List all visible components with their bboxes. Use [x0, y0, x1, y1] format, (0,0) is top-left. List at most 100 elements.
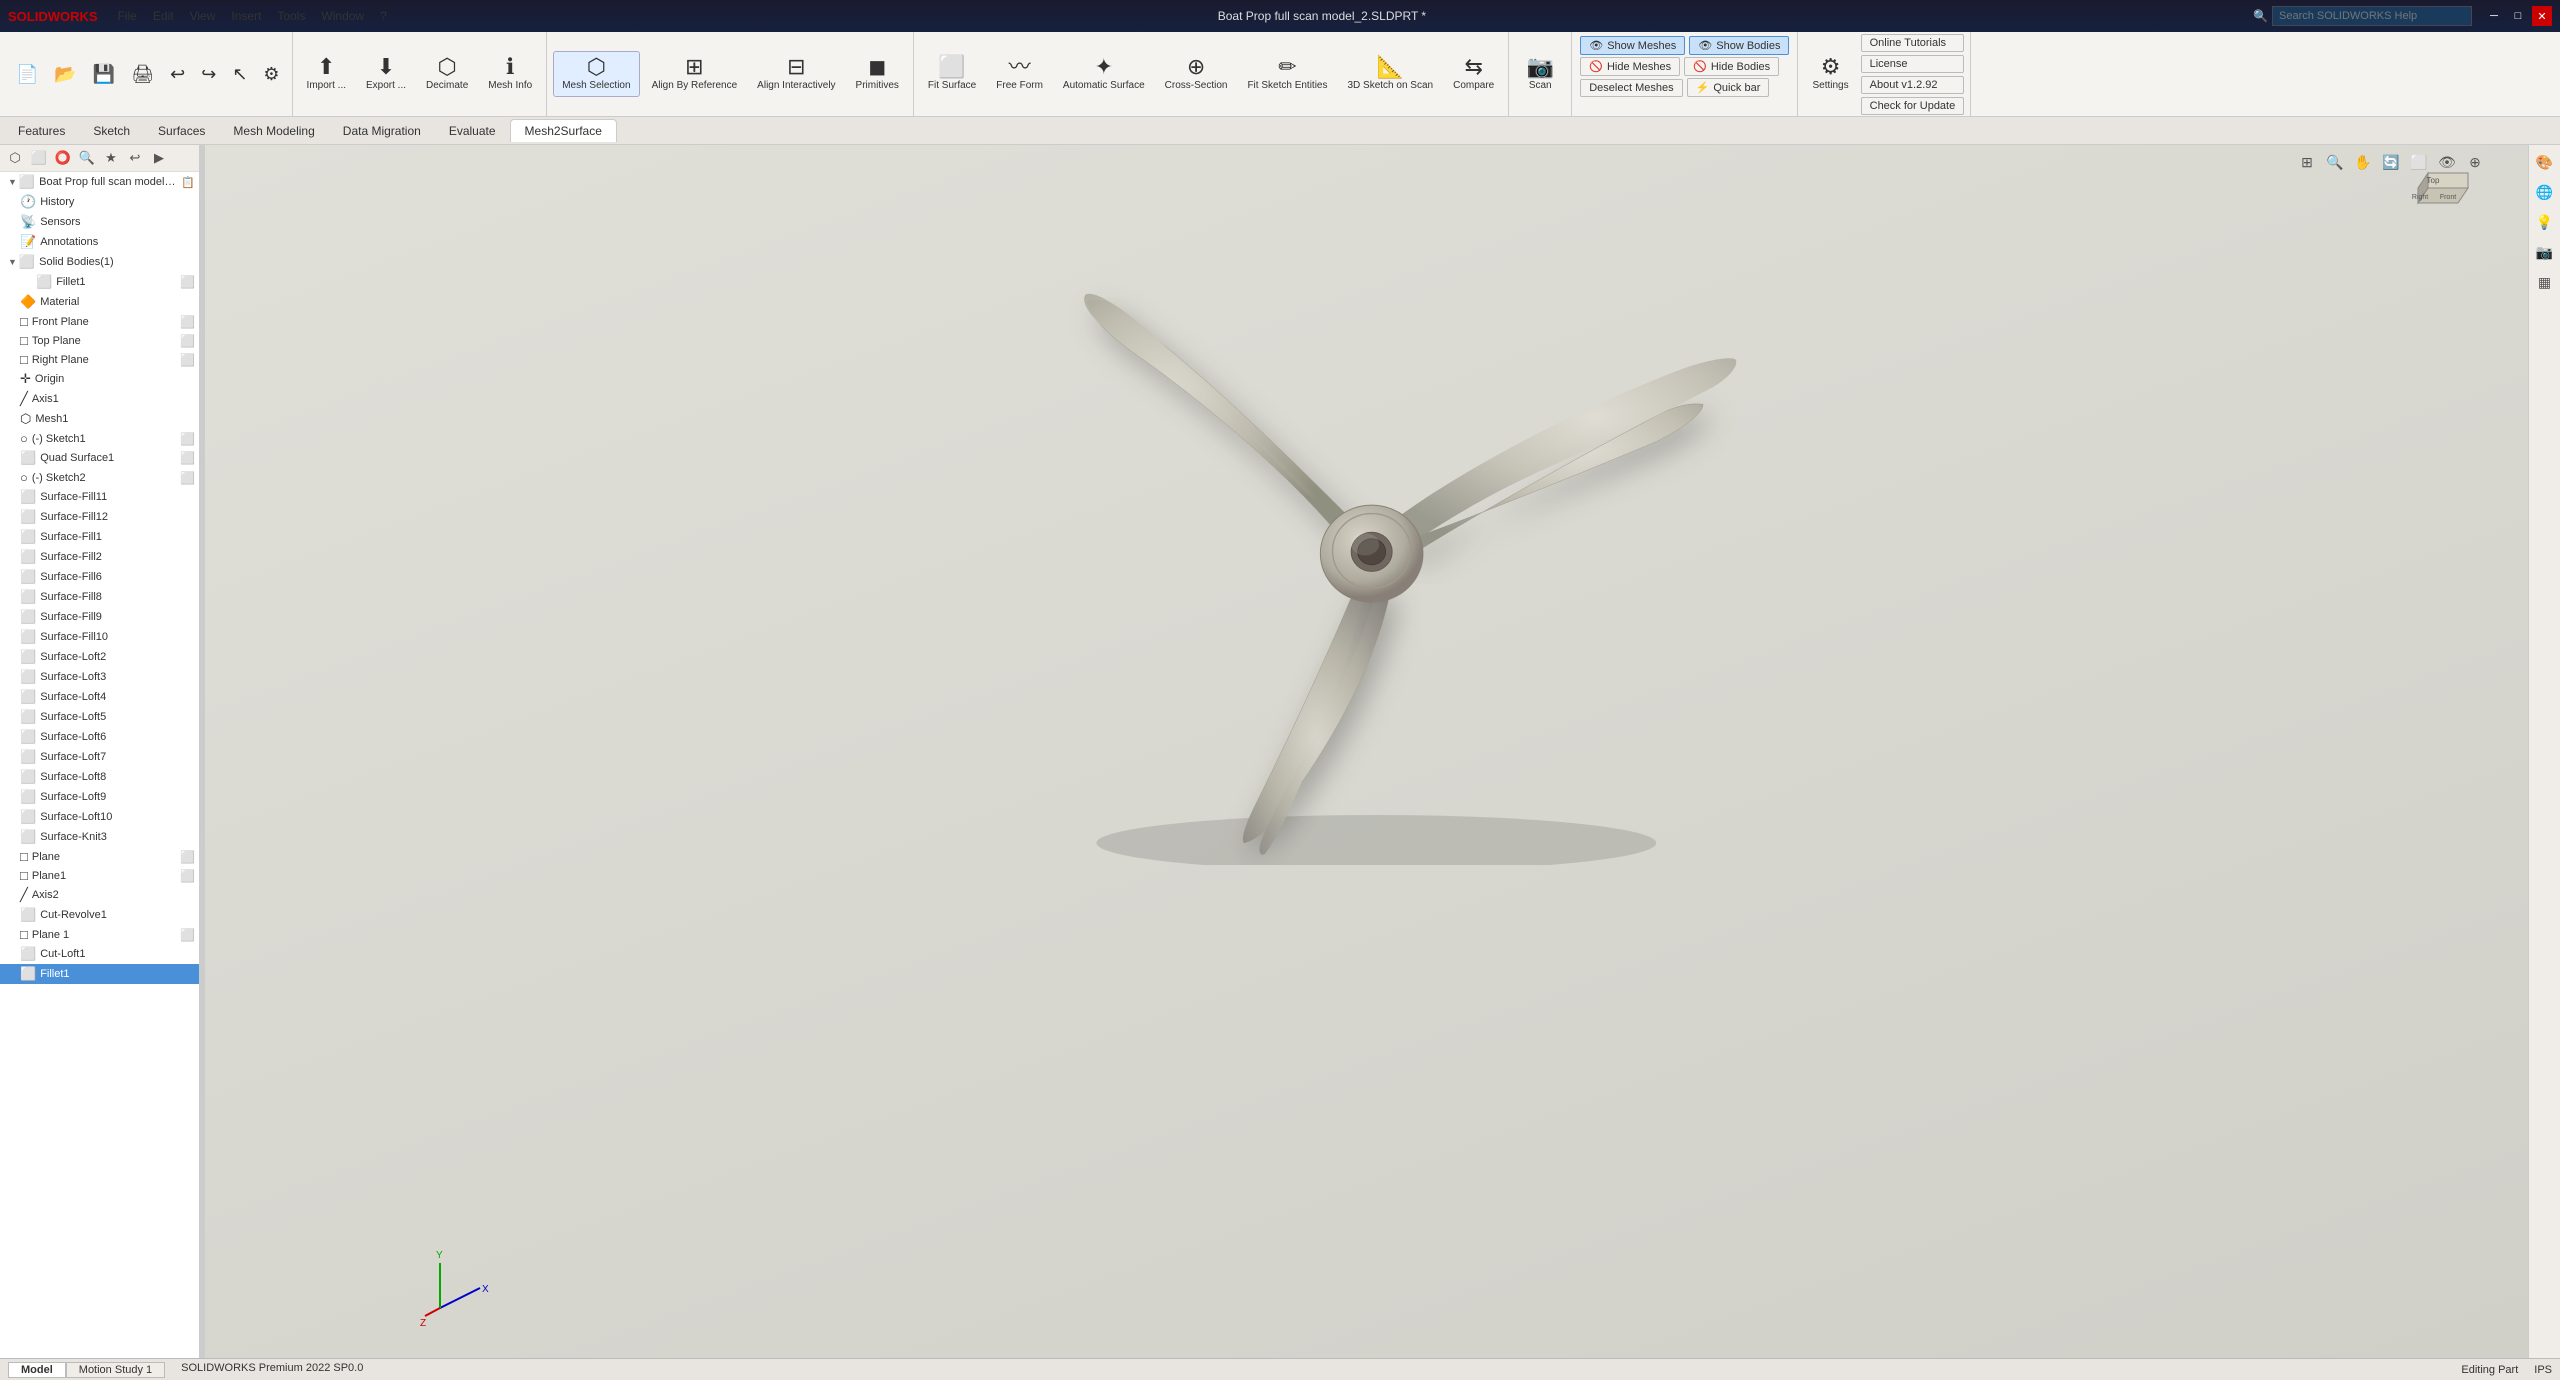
tree-item-cut-loft1[interactable]: ⬜ Cut-Loft1	[0, 944, 199, 964]
menu-window[interactable]: Window	[313, 7, 372, 25]
tree-root[interactable]: ▼ ⬜ Boat Prop full scan model_2 (D... 📋	[0, 172, 199, 192]
license-button[interactable]: License	[1861, 55, 1965, 73]
tab-sketch[interactable]: Sketch	[79, 120, 144, 142]
tab-surfaces[interactable]: Surfaces	[144, 120, 219, 142]
tree-item-surface-loft2[interactable]: ⬜ Surface-Loft2	[0, 647, 199, 667]
tree-item-axis2[interactable]: ╱ Axis2	[0, 885, 199, 905]
tree-item-plane[interactable]: □ Plane ⬜	[0, 847, 199, 866]
tree-item-material[interactable]: 🔶 Material	[0, 292, 199, 312]
tree-item-fillet1-sub[interactable]: ⬜ Fillet1 ⬜	[0, 272, 199, 292]
tree-item-surface-loft5[interactable]: ⬜ Surface-Loft5	[0, 707, 199, 727]
tree-item-surface-loft3[interactable]: ⬜ Surface-Loft3	[0, 667, 199, 687]
tree-item-history[interactable]: 🕐 History	[0, 192, 199, 212]
cross-section-button[interactable]: ⊕ Cross-Section	[1157, 52, 1236, 96]
3d-viewport[interactable]: ⊞ 🔍 ✋ 🔄 ⬜ 👁 ⊕	[205, 145, 2528, 1358]
tab-evaluate[interactable]: Evaluate	[435, 120, 510, 142]
tree-item-origin[interactable]: ✛ Origin	[0, 369, 199, 389]
tree-item-annotations[interactable]: 📝 Annotations	[0, 232, 199, 252]
tree-btn-6[interactable]: ↩	[124, 147, 146, 169]
deselect-meshes-button[interactable]: Deselect Meshes	[1580, 79, 1682, 97]
open-button[interactable]: 📂	[48, 61, 82, 88]
select-button[interactable]: ↖	[226, 61, 253, 88]
close-button[interactable]: ✕	[2532, 6, 2552, 26]
tree-item-surface-loft4[interactable]: ⬜ Surface-Loft4	[0, 687, 199, 707]
about-button[interactable]: About v1.2.92	[1861, 76, 1965, 94]
tree-item-mesh1[interactable]: ⬡ Mesh1	[0, 409, 199, 429]
tree-item-solid-bodies[interactable]: ▼ ⬜ Solid Bodies(1)	[0, 252, 199, 272]
menu-edit[interactable]: Edit	[145, 7, 182, 25]
minimize-button[interactable]: ─	[2484, 6, 2504, 26]
print-button[interactable]: 🖨	[125, 61, 160, 88]
settings-button[interactable]: ⚙ Settings	[1804, 52, 1856, 96]
tree-item-surface-loft7[interactable]: ⬜ Surface-Loft7	[0, 747, 199, 767]
tree-btn-3[interactable]: ⭕	[52, 147, 74, 169]
new-button[interactable]: 📄	[10, 61, 44, 88]
tree-btn-4[interactable]: 🔍	[76, 147, 98, 169]
undo-button[interactable]: ↩	[164, 61, 191, 88]
primitives-button[interactable]: ◼ Primitives	[848, 52, 907, 96]
align-by-reference-button[interactable]: ⊞ Align By Reference	[644, 52, 746, 96]
scan-button[interactable]: 📷 Scan	[1515, 52, 1565, 96]
show-bodies-button[interactable]: 👁 Show Bodies	[1689, 36, 1789, 55]
view-cube[interactable]: Top Front Right	[2398, 153, 2478, 233]
menu-insert[interactable]: Insert	[223, 7, 269, 25]
menu-help[interactable]: ?	[372, 7, 395, 25]
tree-item-surface-loft8[interactable]: ⬜ Surface-Loft8	[0, 767, 199, 787]
tree-item-sketch1[interactable]: ○ (-) Sketch1 ⬜	[0, 429, 199, 448]
rt-camera-btn[interactable]: 📷	[2532, 239, 2558, 265]
compare-button[interactable]: ⇆ Compare	[1445, 52, 1502, 96]
tree-item-plane1[interactable]: □ Plane1 ⬜	[0, 866, 199, 885]
tree-btn-7[interactable]: ▶	[148, 147, 170, 169]
import-button[interactable]: ⬆ Import ...	[299, 52, 354, 96]
online-tutorials-button[interactable]: Online Tutorials	[1861, 34, 1965, 52]
menu-tools[interactable]: Tools	[269, 7, 313, 25]
tree-item-surface-fill12[interactable]: ⬜ Surface-Fill12	[0, 507, 199, 527]
tree-item-fillet1[interactable]: ⬜ Fillet1	[0, 964, 199, 984]
tree-item-sensors[interactable]: 📡 Sensors	[0, 212, 199, 232]
tree-item-right-plane[interactable]: □ Right Plane ⬜	[0, 350, 199, 369]
show-meshes-button[interactable]: 👁 Show Meshes	[1580, 36, 1685, 55]
tree-item-plane1b[interactable]: □ Plane 1 ⬜	[0, 925, 199, 944]
align-interactively-button[interactable]: ⊟ Align Interactively	[749, 52, 843, 96]
check-update-button[interactable]: Check for Update	[1861, 97, 1965, 115]
rt-appearance-btn[interactable]: 🎨	[2532, 149, 2558, 175]
vp-pan-btn[interactable]: ✋	[2350, 149, 2376, 175]
tab-features[interactable]: Features	[4, 120, 79, 142]
mesh-selection-button[interactable]: ⬡ Mesh Selection	[553, 51, 639, 97]
3d-sketch-scan-button[interactable]: 📐 3D Sketch on Scan	[1339, 52, 1441, 96]
tree-item-surface-fill1[interactable]: ⬜ Surface-Fill1	[0, 527, 199, 547]
tree-item-front-plane[interactable]: □ Front Plane ⬜	[0, 312, 199, 331]
tree-item-surface-fill2[interactable]: ⬜ Surface-Fill2	[0, 547, 199, 567]
save-button[interactable]: 💾	[87, 61, 121, 88]
quick-bar-button[interactable]: ⚡ Quick bar	[1687, 78, 1770, 97]
fit-surface-button[interactable]: ⬜ Fit Surface	[920, 52, 984, 96]
export-button[interactable]: ⬇ Export ...	[358, 52, 414, 96]
hide-meshes-button[interactable]: 🚫 Hide Meshes	[1580, 57, 1680, 76]
options-button[interactable]: ⚙	[257, 61, 285, 88]
menu-file[interactable]: File	[110, 7, 145, 25]
rt-display-btn[interactable]: ▦	[2532, 269, 2558, 295]
tree-item-surface-fill9[interactable]: ⬜ Surface-Fill9	[0, 607, 199, 627]
tree-item-surface-loft9[interactable]: ⬜ Surface-Loft9	[0, 787, 199, 807]
rt-light-btn[interactable]: 💡	[2532, 209, 2558, 235]
mesh-info-button[interactable]: ℹ Mesh Info	[480, 52, 540, 96]
decimate-button[interactable]: ⬡ Decimate	[418, 52, 476, 96]
tree-item-surface-fill8[interactable]: ⬜ Surface-Fill8	[0, 587, 199, 607]
tab-data-migration[interactable]: Data Migration	[329, 120, 435, 142]
vp-fit-btn[interactable]: ⊞	[2294, 149, 2320, 175]
tree-item-surface-fill6[interactable]: ⬜ Surface-Fill6	[0, 567, 199, 587]
automatic-surface-button[interactable]: ✦ Automatic Surface	[1055, 52, 1153, 96]
menu-view[interactable]: View	[182, 7, 224, 25]
tree-item-cut-revolve1[interactable]: ⬜ Cut-Revolve1	[0, 905, 199, 925]
tree-item-surface-fill10[interactable]: ⬜ Surface-Fill10	[0, 627, 199, 647]
tree-item-top-plane[interactable]: □ Top Plane ⬜	[0, 331, 199, 350]
tree-item-surface-knit3[interactable]: ⬜ Surface-Knit3	[0, 827, 199, 847]
tree-item-axis1[interactable]: ╱ Axis1	[0, 389, 199, 409]
tab-mesh-modeling[interactable]: Mesh Modeling	[219, 120, 328, 142]
tree-btn-5[interactable]: ★	[100, 147, 122, 169]
motion-study-tab[interactable]: Motion Study 1	[66, 1362, 165, 1378]
tree-btn-1[interactable]: ⬡	[4, 147, 26, 169]
hide-bodies-button[interactable]: 🚫 Hide Bodies	[1684, 57, 1779, 76]
maximize-button[interactable]: □	[2508, 6, 2528, 26]
fit-sketch-button[interactable]: ✏ Fit Sketch Entities	[1239, 52, 1335, 96]
